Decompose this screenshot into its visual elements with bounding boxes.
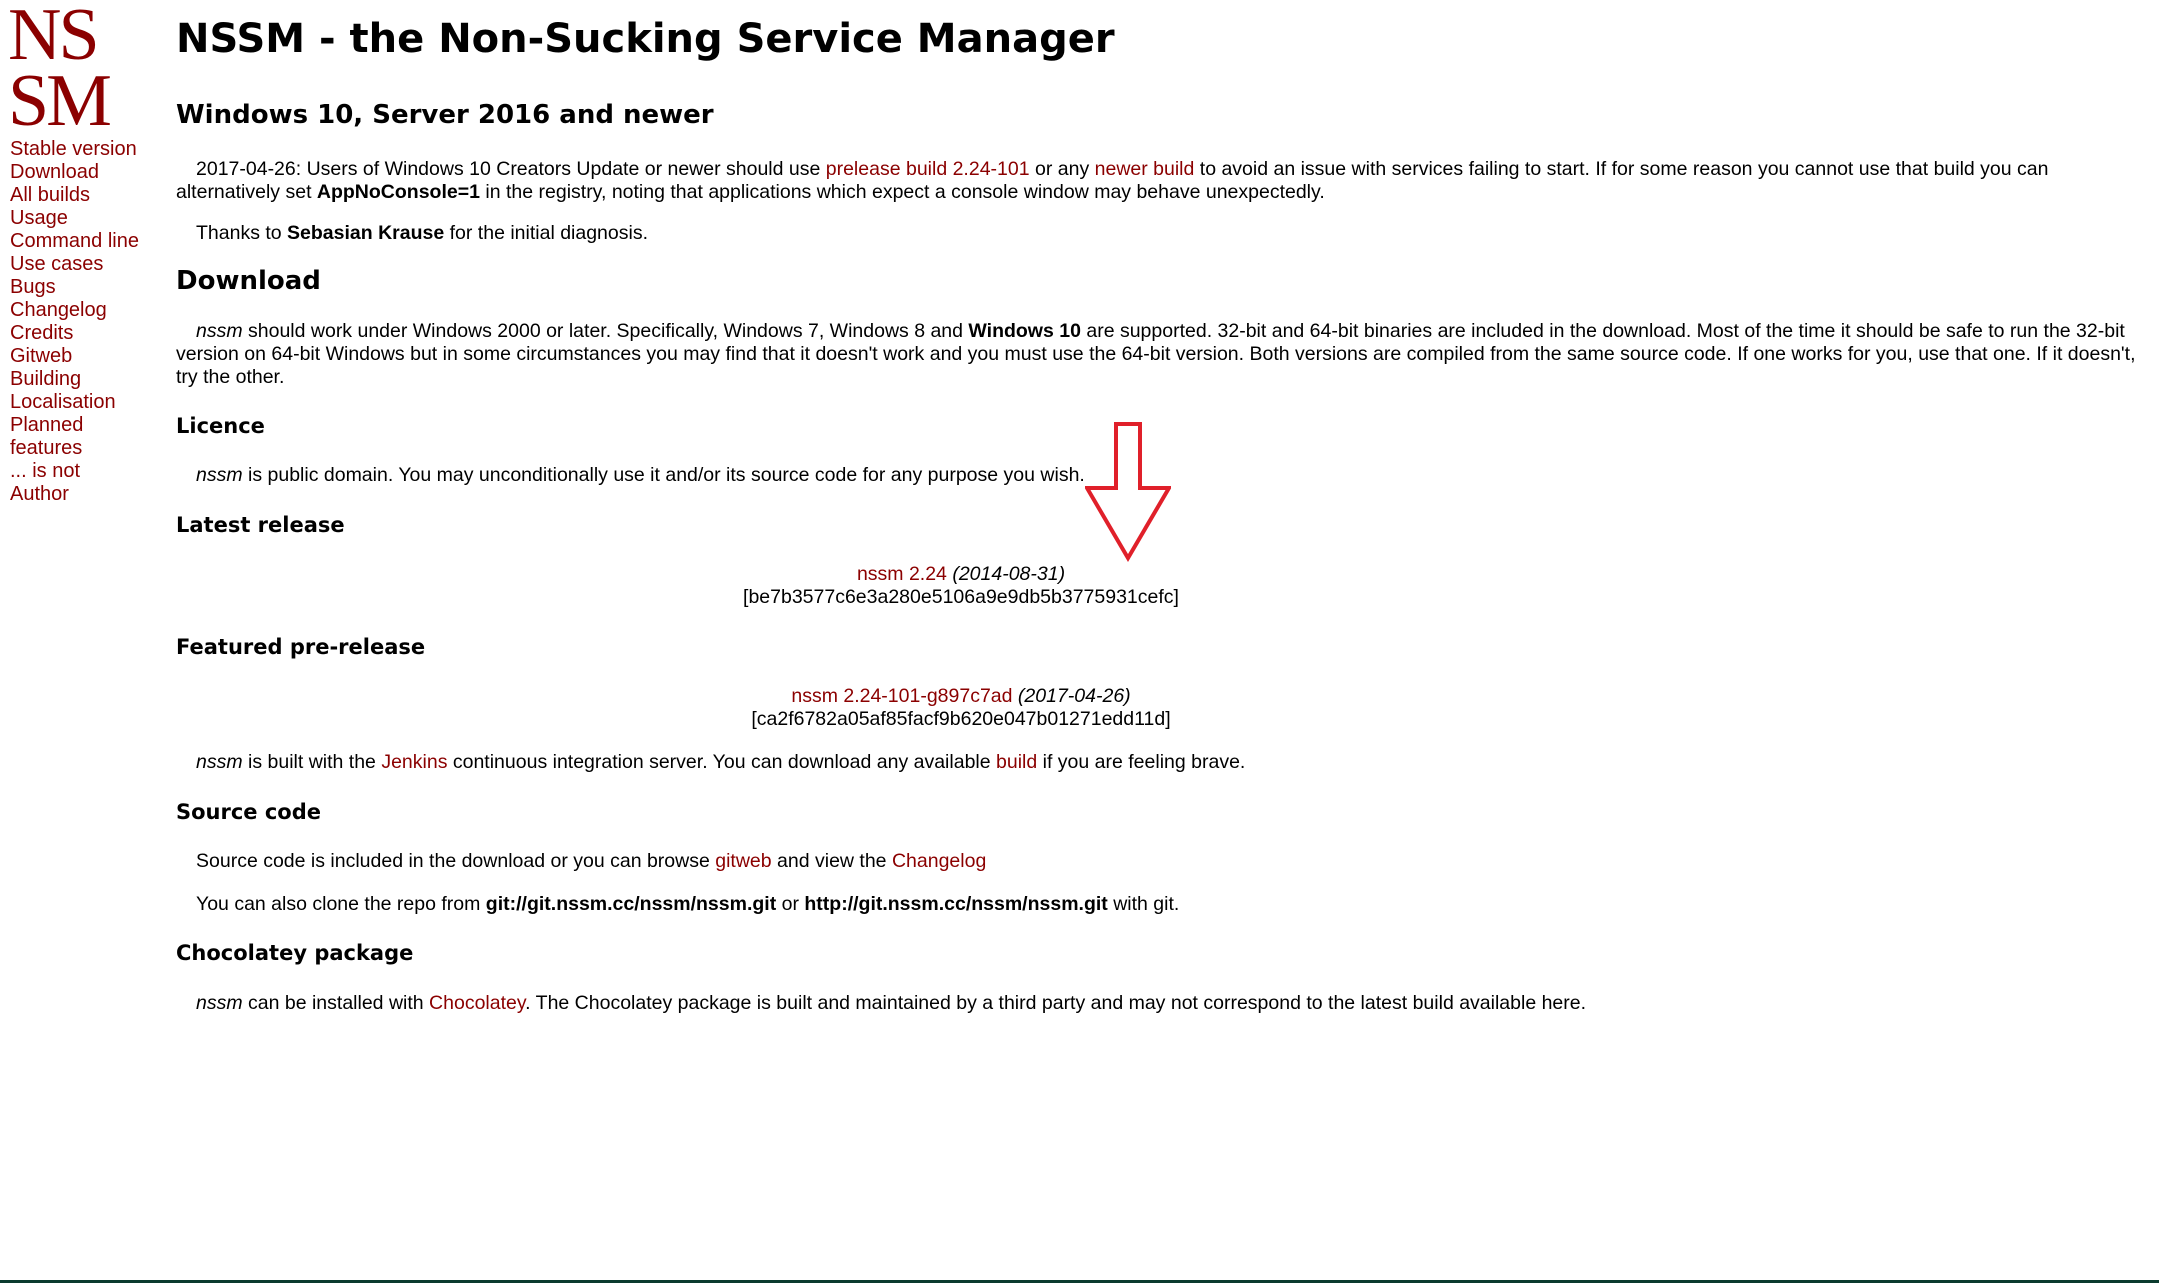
latest-release-line: nssm 2.24 (2014-08-31) <box>856 563 1066 585</box>
page-title: NSSM - the Non-Sucking Service Manager <box>176 16 1115 62</box>
nav-command-line[interactable]: Command line <box>10 230 160 253</box>
source-text: Source code is included in the download … <box>196 850 987 872</box>
nav-stable-version[interactable]: Stable version <box>10 138 160 161</box>
changelog-link[interactable]: Changelog <box>892 850 986 872</box>
prerelease-download-link[interactable]: nssm 2.24-101-g897c7ad <box>791 685 1012 707</box>
download-text: nssm should work under Windows 2000 or l… <box>176 320 2136 388</box>
windows10-notice: 2017-04-26: Users of Windows 10 Creators… <box>176 158 2049 203</box>
heading-featured-prerelease: Featured pre-release <box>176 635 426 659</box>
sidebar-nav: Stable version Download All builds Usage… <box>10 138 160 506</box>
nssm-2-24-download-link[interactable]: nssm 2.24 <box>857 563 947 585</box>
nav-localisation[interactable]: Localisation <box>10 391 160 414</box>
logo-line-1: NS <box>8 0 100 76</box>
nav-all-builds[interactable]: All builds <box>10 184 160 207</box>
nav-author[interactable]: Author <box>10 483 160 506</box>
nav-usage[interactable]: Usage <box>10 207 160 230</box>
nav-planned[interactable]: Planned <box>10 414 160 437</box>
chocolatey-link[interactable]: Chocolatey <box>429 992 525 1014</box>
heading-download: Download <box>176 266 321 296</box>
thanks-text: Thanks to Sebasian Krause for the initia… <box>196 222 648 244</box>
red-down-arrow-icon <box>1085 422 1171 562</box>
clone-text: You can also clone the repo from git://g… <box>196 893 1180 915</box>
build-link[interactable]: build <box>996 751 1037 773</box>
nav-credits[interactable]: Credits <box>10 322 160 345</box>
heading-source-code: Source code <box>176 800 322 824</box>
prerelease-line: nssm 2.24-101-g897c7ad (2017-04-26) <box>791 685 1131 707</box>
newer-build-link[interactable]: newer build <box>1095 158 1195 180</box>
jenkins-link[interactable]: Jenkins <box>381 751 447 773</box>
logo-line-2: SM <box>8 60 112 142</box>
nav-gitweb[interactable]: Gitweb <box>10 345 160 368</box>
nav-bugs[interactable]: Bugs <box>10 276 160 299</box>
heading-licence: Licence <box>176 414 265 438</box>
gitweb-link[interactable]: gitweb <box>715 850 771 872</box>
prelease-build-link[interactable]: prelease build 2.24-101 <box>826 158 1030 180</box>
chocolatey-text: nssm can be installed with Chocolatey. T… <box>196 992 1587 1014</box>
prerelease-hash: [ca2f6782a05af85facf9b620e047b01271edd11… <box>751 708 1171 730</box>
nav-is-not[interactable]: ... is not <box>10 460 160 483</box>
heading-windows10: Windows 10, Server 2016 and newer <box>176 100 714 130</box>
nav-use-cases[interactable]: Use cases <box>10 253 160 276</box>
nssm-logo[interactable]: NS SM <box>8 0 118 142</box>
nav-changelog[interactable]: Changelog <box>10 299 160 322</box>
heading-latest-release: Latest release <box>176 513 345 537</box>
nav-download[interactable]: Download <box>10 161 160 184</box>
latest-release-hash: [be7b3577c6e3a280e5106a9e9db5b3775931cef… <box>743 586 1179 608</box>
heading-chocolatey: Chocolatey package <box>176 941 414 965</box>
nav-features[interactable]: features <box>10 437 160 460</box>
nav-building[interactable]: Building <box>10 368 160 391</box>
jenkins-text: nssm is built with the Jenkins continuou… <box>196 751 1246 773</box>
